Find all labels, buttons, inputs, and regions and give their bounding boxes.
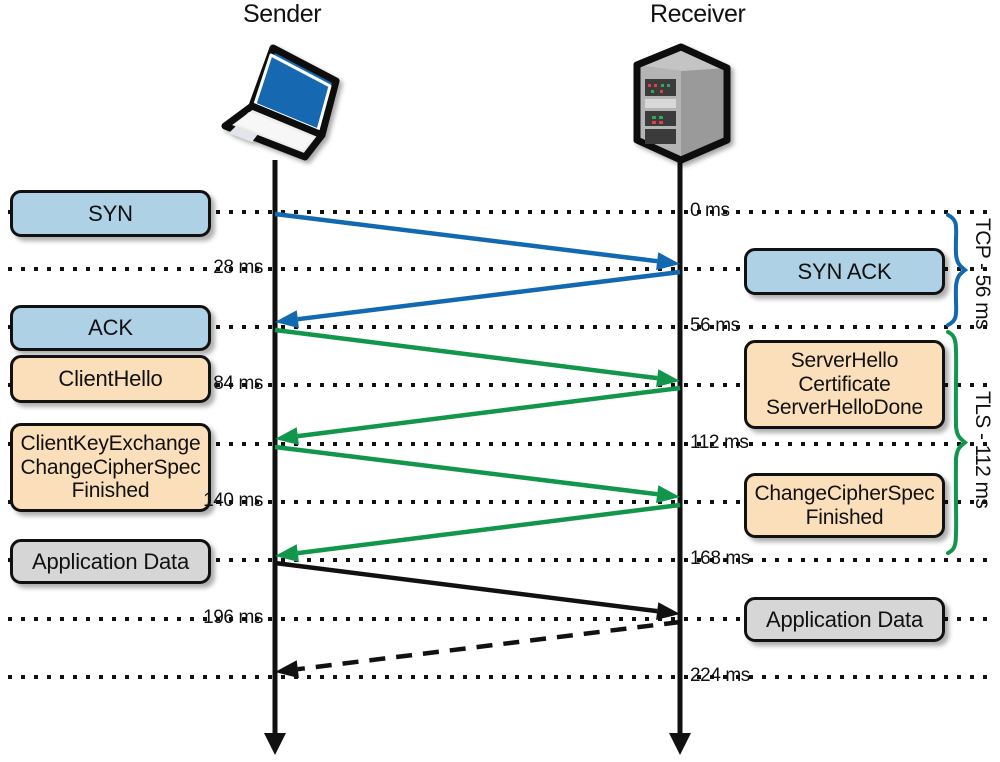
left-box-syn-label: SYN	[88, 200, 133, 226]
phase-braces	[946, 213, 969, 555]
ccsfin-arrow	[275, 502, 681, 563]
synack-arrow	[275, 269, 681, 329]
receiver-lifeline-arrowhead	[669, 733, 691, 755]
time-label-112-ms: 112 ms	[690, 432, 749, 453]
sender-lifeline-arrowhead	[264, 733, 286, 755]
brace-label-tls: TLS - 112 ms	[971, 390, 994, 508]
time-label-84-ms: 84 ms	[213, 373, 263, 394]
right-box-appdata-right: Application Data	[744, 597, 945, 642]
time-label-28-ms: 28 ms	[213, 257, 263, 278]
right-box-synack-label: SYN ACK	[797, 258, 892, 284]
right-box-ccs-fin-label: ChangeCipherSpec Finished	[754, 481, 935, 529]
clientkey-arrow	[274, 444, 680, 504]
time-label-196-ms: 196 ms	[203, 607, 263, 628]
right-box-synack: SYN ACK	[744, 248, 945, 295]
appdata-reply-arrow	[275, 619, 681, 679]
time-label-0-ms: 0 ms	[690, 200, 730, 221]
laptop-icon	[221, 44, 340, 161]
message-arrows	[274, 211, 681, 679]
receiver-title: Receiver	[650, 0, 746, 28]
brace-tls	[946, 330, 969, 555]
time-label-224-ms: 224 ms	[690, 665, 750, 686]
serverhello-arrow	[275, 385, 681, 446]
left-box-ack-label: ACK	[88, 315, 133, 341]
clienthello-arrow	[274, 327, 680, 388]
right-box-appdata-right-label: Application Data	[765, 606, 923, 632]
brace-label-tcp: TCP - 56 ms	[971, 218, 994, 329]
left-box-ack: ACK	[10, 305, 211, 351]
brace-tcp	[946, 213, 969, 327]
right-box-serverhello: ServerHello Certificate ServerHelloDone	[744, 340, 945, 429]
right-box-ccs-fin: ChangeCipherSpec Finished	[744, 473, 945, 538]
tls-handshake-timeline-diagram: Sender Receiver SYN ACK ClientHello ClientK…	[0, 0, 1000, 762]
server-icon	[633, 43, 731, 164]
left-box-appdata-left-label: Application Data	[31, 548, 189, 574]
time-label-168-ms: 168 ms	[690, 548, 750, 569]
left-box-appdata-left: Application Data	[10, 539, 211, 584]
sender-title: Sender	[243, 0, 322, 28]
left-box-syn: SYN	[10, 190, 211, 237]
syn-arrow	[274, 211, 680, 271]
time-label-140-ms: 140 ms	[203, 490, 263, 511]
appdata-arrow	[274, 560, 680, 621]
time-label-56-ms: 56 ms	[690, 315, 740, 336]
right-box-serverhello-label: ServerHello Certificate ServerHelloDone	[766, 348, 923, 420]
